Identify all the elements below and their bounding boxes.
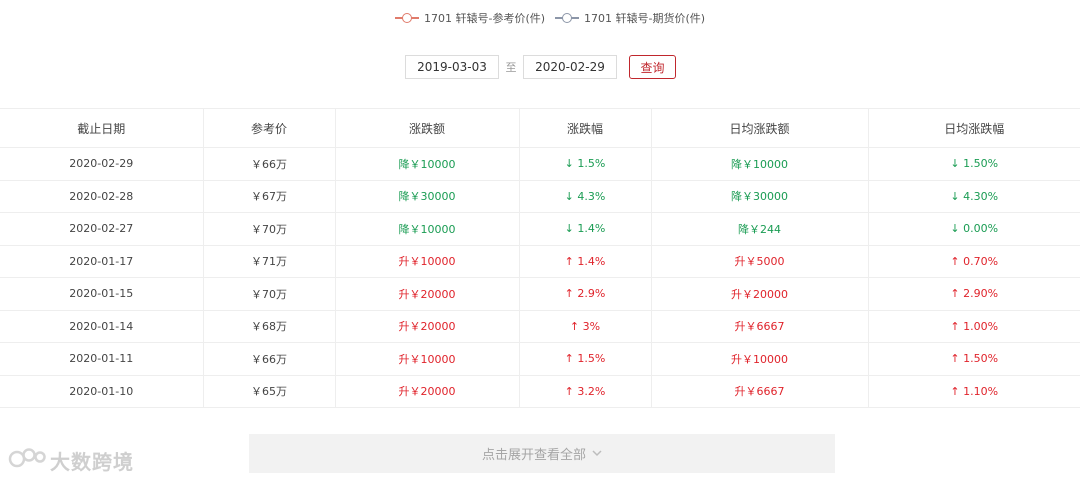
legend-line-marker-icon (555, 12, 580, 24)
daily-change-amount-cell: 降￥30000 (650, 179, 869, 213)
table-row: 2020-01-11 ￥66万 升￥10000 ↑ 1.5% 升￥10000 ↑ 1.50… (0, 342, 1080, 376)
cutoff-date-cell: 2020-01-15 (0, 277, 204, 311)
change-amount-cell: 降￥10000 (334, 212, 520, 246)
cutoff-date-cell: 2020-01-17 (0, 244, 204, 278)
change-amount-cell: 升￥20000 (334, 277, 520, 311)
watermark-text: 大数跨境 (50, 450, 134, 474)
daily-change-amount-cell: 升￥6667 (650, 374, 869, 408)
change-percent-cell: ↑ 3% (518, 309, 652, 343)
legend-label: 1701 轩辕号-参考价(件) (424, 12, 546, 25)
reference-price-cell: ￥66万 (202, 147, 336, 181)
cutoff-date-cell: 2020-02-29 (0, 147, 204, 181)
table-body: 2020-02-29 ￥66万 降￥10000 ↓ 1.5% 降￥10000 ↓ 1.50… (0, 147, 1080, 408)
header-change-percent: 涨跌幅 (518, 108, 652, 148)
watermark: 大数跨境 (8, 445, 134, 476)
reference-price-cell: ￥67万 (202, 179, 336, 213)
header-change-amount: 涨跌额 (334, 108, 520, 148)
daily-change-amount-cell: 升￥6667 (650, 309, 869, 343)
change-percent-cell: ↑ 2.9% (518, 277, 652, 311)
reference-price-cell: ￥70万 (202, 277, 336, 311)
cutoff-date-cell: 2020-01-10 (0, 374, 204, 408)
change-amount-cell: 升￥20000 (334, 309, 520, 343)
expand-label: 点击展开查看全部 (481, 448, 586, 463)
legend-label: 1701 轩辕号-期货价(件) (584, 12, 706, 25)
daily-change-amount-cell: 降￥244 (650, 212, 869, 246)
legend-item-reference-price[interactable]: 1701 轩辕号-参考价(件) (395, 10, 545, 26)
table-row: 2020-02-28 ￥67万 降￥30000 ↓ 4.3% 降￥30000 ↓ 4.30… (0, 179, 1080, 213)
date-range-query: 至 查询 (405, 54, 676, 80)
daily-change-percent-cell: ↑ 1.00% (867, 309, 1080, 343)
cutoff-date-cell: 2020-01-14 (0, 309, 204, 343)
table-row: 2020-01-10 ￥65万 升￥20000 ↑ 3.2% 升￥6667 ↑ 1.10% (0, 374, 1080, 408)
change-amount-cell: 升￥20000 (334, 374, 520, 408)
change-amount-cell: 降￥30000 (334, 179, 520, 213)
header-daily-change-percent: 日均涨跌幅 (867, 108, 1080, 148)
change-percent-cell: ↑ 1.4% (518, 244, 652, 278)
start-date-input[interactable] (405, 55, 499, 79)
table-row: 2020-01-15 ￥70万 升￥20000 ↑ 2.9% 升￥20000 ↑ 2.90… (0, 277, 1080, 311)
cutoff-date-cell: 2020-01-11 (0, 342, 204, 376)
chevron-down-icon (592, 446, 602, 461)
price-change-table: 截止日期 参考价 涨跌额 涨跌幅 日均涨跌额 日均涨跌幅 2020-02-29 ￥… (0, 108, 1080, 408)
change-percent-cell: ↓ 4.3% (518, 179, 652, 213)
daily-change-amount-cell: 降￥10000 (650, 147, 869, 181)
end-date-input[interactable] (523, 55, 617, 79)
change-percent-cell: ↓ 1.5% (518, 147, 652, 181)
daily-change-percent-cell: ↓ 4.30% (867, 179, 1080, 213)
header-reference-price: 参考价 (202, 108, 336, 148)
daily-change-percent-cell: ↑ 1.10% (867, 374, 1080, 408)
daily-change-amount-cell: 升￥10000 (650, 342, 869, 376)
change-amount-cell: 升￥10000 (334, 244, 520, 278)
table-row: 2020-02-29 ￥66万 降￥10000 ↓ 1.5% 降￥10000 ↓ 1.50… (0, 147, 1080, 181)
query-button[interactable]: 查询 (629, 55, 676, 79)
daily-change-amount-cell: 升￥20000 (650, 277, 869, 311)
table-row: 2020-02-27 ￥70万 降￥10000 ↓ 1.4% 降￥244 ↓ 0.00% (0, 212, 1080, 246)
legend-item-futures-price[interactable]: 1701 轩辕号-期货价(件) (555, 10, 705, 26)
brand-logo-icon (8, 445, 50, 476)
daily-change-percent-cell: ↑ 1.50% (867, 342, 1080, 376)
reference-price-cell: ￥71万 (202, 244, 336, 278)
chart-legend: 1701 轩辕号-参考价(件) 1701 轩辕号-期货价(件) (395, 9, 715, 27)
table-header-row: 截止日期 参考价 涨跌额 涨跌幅 日均涨跌额 日均涨跌幅 (0, 108, 1080, 148)
reference-price-cell: ￥68万 (202, 309, 336, 343)
table-row: 2020-01-17 ￥71万 升￥10000 ↑ 1.4% 升￥5000 ↑ 0.70% (0, 244, 1080, 278)
header-daily-change-amount: 日均涨跌额 (650, 108, 869, 148)
header-cutoff-date: 截止日期 (0, 108, 204, 148)
table-row: 2020-01-14 ￥68万 升￥20000 ↑ 3% 升￥6667 ↑ 1.00% (0, 309, 1080, 343)
change-amount-cell: 降￥10000 (334, 147, 520, 181)
change-amount-cell: 升￥10000 (334, 342, 520, 376)
change-percent-cell: ↑ 3.2% (518, 374, 652, 408)
daily-change-percent-cell: ↑ 0.70% (867, 244, 1080, 278)
cutoff-date-cell: 2020-02-28 (0, 179, 204, 213)
daily-change-percent-cell: ↑ 2.90% (867, 277, 1080, 311)
daily-change-amount-cell: 升￥5000 (650, 244, 869, 278)
reference-price-cell: ￥65万 (202, 374, 336, 408)
reference-price-cell: ￥66万 (202, 342, 336, 376)
daily-change-percent-cell: ↓ 0.00% (867, 212, 1080, 246)
reference-price-cell: ￥70万 (202, 212, 336, 246)
date-separator: 至 (505, 61, 517, 74)
expand-all-button[interactable]: 点击展开查看全部 (249, 434, 835, 473)
daily-change-percent-cell: ↓ 1.50% (867, 147, 1080, 181)
cutoff-date-cell: 2020-02-27 (0, 212, 204, 246)
legend-line-marker-icon (395, 12, 419, 24)
change-percent-cell: ↑ 1.5% (518, 342, 652, 376)
change-percent-cell: ↓ 1.4% (518, 212, 652, 246)
